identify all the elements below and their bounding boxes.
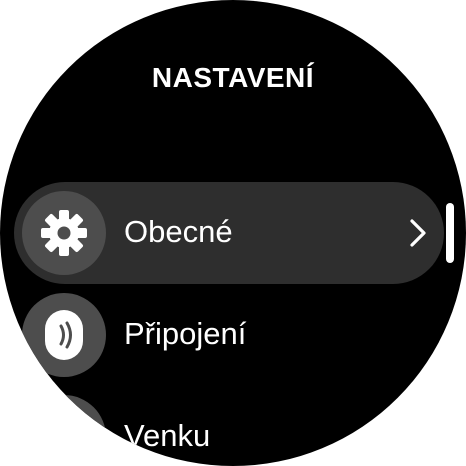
gear-icon (41, 210, 87, 256)
menu-item-label: Připojení (124, 316, 247, 351)
menu-item-outdoor[interactable]: Venku (14, 386, 444, 466)
menu-item-label: Obecné (124, 214, 233, 249)
menu-item-icon-circle (22, 293, 106, 377)
menu-item-label: Venku (124, 418, 211, 453)
menu-item-general[interactable]: Obecné (14, 182, 444, 284)
menu-item-connectivity[interactable]: Připojení (14, 284, 444, 386)
outdoor-icon (46, 427, 84, 453)
menu-item-icon-circle (22, 395, 106, 466)
watch-connection-icon (45, 310, 83, 360)
watch-screen: NASTAVENÍ Obecné Připojení Venku (0, 0, 466, 466)
chevron-right-icon (410, 219, 426, 247)
page-title: NASTAVENÍ (151, 62, 315, 93)
menu-item-icon-circle (22, 191, 106, 275)
scroll-indicator[interactable] (446, 203, 454, 263)
